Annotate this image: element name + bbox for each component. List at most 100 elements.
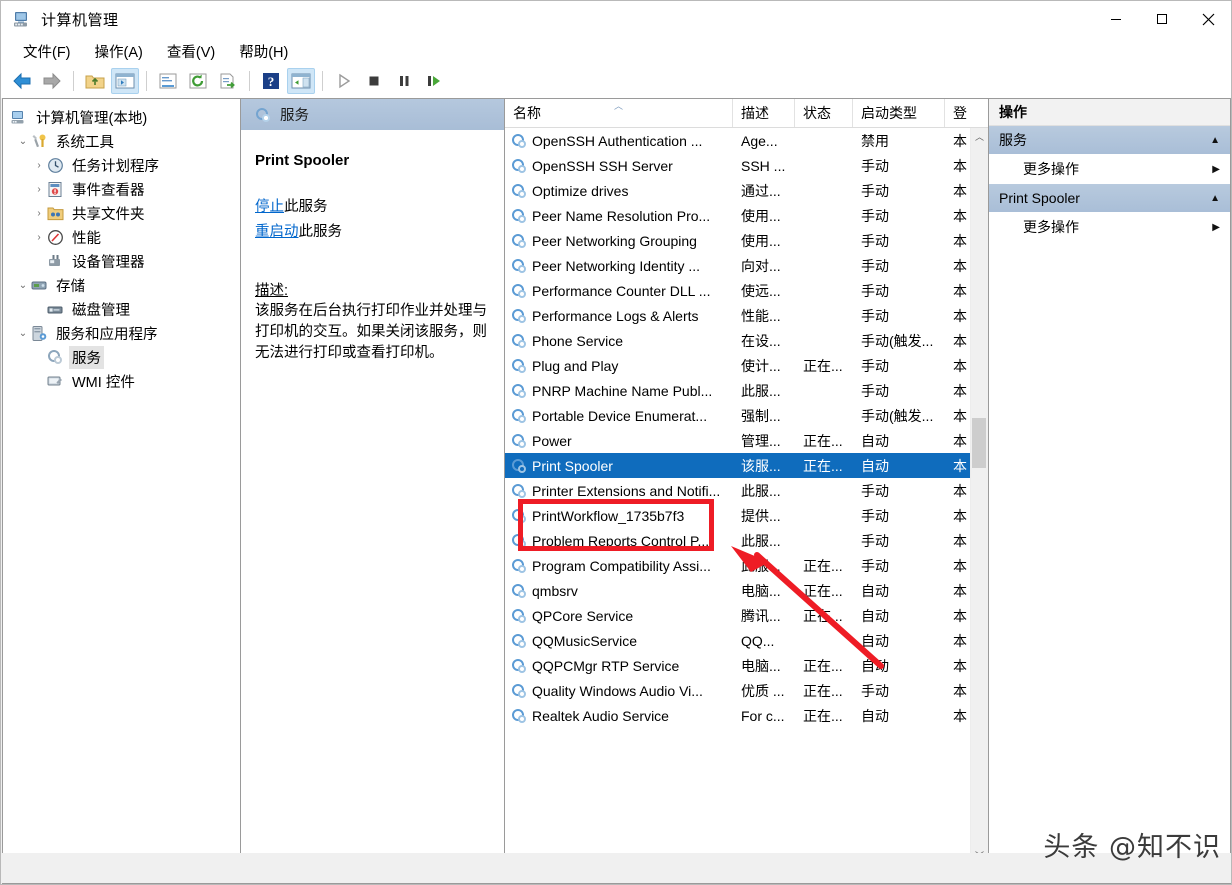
table-row[interactable]: Realtek Audio ServiceFor c...正在...自动本	[505, 703, 988, 728]
table-row[interactable]: QQMusicServiceQQ...自动本	[505, 628, 988, 653]
cell-logon-as: 本	[945, 631, 971, 651]
tree-item-system-tools[interactable]: ⌄ 系统工具	[3, 129, 240, 153]
table-row[interactable]: Phone Service在设...手动(触发...本	[505, 328, 988, 353]
chevron-right-icon[interactable]: ›	[31, 184, 47, 195]
actions-more-actions-print-spooler[interactable]: 更多操作 ▶	[989, 212, 1230, 242]
properties-icon[interactable]	[154, 68, 182, 94]
tools-icon	[31, 133, 48, 150]
chevron-down-icon[interactable]: ⌄	[15, 328, 31, 339]
tree-item-services[interactable]: 服务	[3, 345, 240, 369]
table-row[interactable]: Plug and Play使计...正在...手动本	[505, 353, 988, 378]
table-row[interactable]: Performance Counter DLL ...使远...手动本	[505, 278, 988, 303]
tree-item-computer-management[interactable]: 计算机管理(本地)	[3, 105, 240, 129]
chevron-down-icon[interactable]: ⌄	[15, 136, 31, 147]
table-row[interactable]: OpenSSH SSH ServerSSH ...手动本	[505, 153, 988, 178]
table-row[interactable]: Optimize drives通过...手动本	[505, 178, 988, 203]
menu-view[interactable]: 查看(V)	[157, 38, 225, 65]
tree-item-storage[interactable]: ⌄ 存储	[3, 273, 240, 297]
services-list-rows[interactable]: OpenSSH Authentication ...Age...禁用本OpenS…	[505, 128, 988, 864]
tree-item-shared-folders[interactable]: › 共享文件夹	[3, 201, 240, 225]
maximize-button[interactable]	[1139, 1, 1185, 37]
services-header-bar: 服务	[241, 99, 504, 130]
table-row[interactable]: Performance Logs & Alerts性能...手动本	[505, 303, 988, 328]
restart-service-link[interactable]: 重启动	[255, 224, 299, 240]
submenu-arrow-icon: ▶	[1212, 222, 1220, 233]
show-action-pane-icon[interactable]	[287, 68, 315, 94]
service-gear-icon	[511, 558, 527, 574]
table-row[interactable]: Peer Name Resolution Pro...使用...手动本	[505, 203, 988, 228]
tree-item-wmi-control[interactable]: WMI 控件	[3, 369, 240, 393]
table-row[interactable]: Portable Device Enumerat...强制...手动(触发...…	[505, 403, 988, 428]
vertical-scroll-thumb[interactable]	[972, 418, 986, 468]
table-row[interactable]: Peer Networking Grouping使用...手动本	[505, 228, 988, 253]
table-row[interactable]: QPCore Service腾讯...正在...自动本	[505, 603, 988, 628]
chevron-down-icon[interactable]: ⌄	[15, 280, 31, 291]
stop-service-icon[interactable]	[360, 68, 388, 94]
menu-file[interactable]: 文件(F)	[13, 38, 81, 65]
stop-service-suffix: 此服务	[284, 199, 328, 215]
service-name-text: Realtek Audio Service	[532, 708, 669, 724]
forward-icon[interactable]	[38, 68, 66, 94]
table-row[interactable]: QQPCMgr RTP Service电脑...正在...自动本	[505, 653, 988, 678]
tree-item-disk-management[interactable]: 磁盘管理	[3, 297, 240, 321]
service-name-text: Portable Device Enumerat...	[532, 408, 707, 424]
table-row[interactable]: OpenSSH Authentication ...Age...禁用本	[505, 128, 988, 153]
cell-logon-as: 本	[945, 556, 971, 576]
tree-item-performance[interactable]: › 性能	[3, 225, 240, 249]
menu-help[interactable]: 帮助(H)	[229, 38, 298, 65]
table-row[interactable]: PNRP Machine Name Publ...此服...手动本	[505, 378, 988, 403]
help-icon[interactable]: ?	[257, 68, 285, 94]
stop-service-link[interactable]: 停止	[255, 199, 284, 215]
minimize-button[interactable]	[1093, 1, 1139, 37]
table-row[interactable]: Power管理...正在...自动本	[505, 428, 988, 453]
table-row[interactable]: Peer Networking Identity ...向对...手动本	[505, 253, 988, 278]
tree-item-label: 磁盘管理	[69, 298, 133, 321]
tree-item-event-viewer[interactable]: › 事件查看器	[3, 177, 240, 201]
tree-item-task-scheduler[interactable]: › 任务计划程序	[3, 153, 240, 177]
table-row[interactable]: Quality Windows Audio Vi...优质 ...正在...手动…	[505, 678, 988, 703]
tree-item-device-manager[interactable]: 设备管理器	[3, 249, 240, 273]
table-row[interactable]: Program Compatibility Assi...此服...正在...手…	[505, 553, 988, 578]
actions-group-services-header[interactable]: 服务 ▲	[989, 126, 1230, 154]
table-row[interactable]: PrintWorkflow_1735b7f3提供...手动本	[505, 503, 988, 528]
export-list-icon[interactable]	[214, 68, 242, 94]
column-header-startup-type[interactable]: 启动类型	[853, 99, 945, 127]
list-vertical-scrollbar[interactable]: ︿ ﹀	[970, 128, 988, 864]
chevron-right-icon[interactable]: ›	[31, 232, 47, 243]
restart-service-icon[interactable]	[420, 68, 448, 94]
cell-startup-type: 禁用	[853, 131, 945, 151]
pause-service-icon[interactable]	[390, 68, 418, 94]
cell-service-name: Peer Networking Grouping	[505, 233, 733, 249]
column-header-name[interactable]: ︿ 名称	[505, 99, 733, 127]
table-row[interactable]: Problem Reports Control P...此服...手动本	[505, 528, 988, 553]
menu-action[interactable]: 操作(A)	[85, 38, 153, 65]
actions-more-actions-services[interactable]: 更多操作 ▶	[989, 154, 1230, 184]
up-folder-icon[interactable]	[81, 68, 109, 94]
column-header-status[interactable]: 状态	[795, 99, 853, 127]
collapse-up-icon[interactable]: ▲	[1210, 193, 1220, 204]
cell-service-name: Problem Reports Control P...	[505, 533, 733, 549]
cell-description: 使远...	[733, 281, 795, 301]
start-service-icon[interactable]	[330, 68, 358, 94]
column-header-logon-as[interactable]: 登	[945, 99, 971, 127]
console-tree-pane[interactable]: 计算机管理(本地) ⌄ 系统工具 ›	[2, 98, 240, 884]
sort-ascending-icon: ︿	[614, 99, 623, 112]
service-name-text: Problem Reports Control P...	[532, 533, 709, 549]
scroll-up-icon[interactable]: ︿	[971, 128, 988, 145]
cell-logon-as: 本	[945, 156, 971, 176]
table-row[interactable]: Printer Extensions and Notifi...此服...手动本	[505, 478, 988, 503]
collapse-up-icon[interactable]: ▲	[1210, 135, 1220, 146]
chevron-right-icon[interactable]: ›	[31, 208, 47, 219]
close-button[interactable]	[1185, 1, 1231, 37]
back-icon[interactable]	[8, 68, 36, 94]
show-console-tree-icon[interactable]	[111, 68, 139, 94]
chevron-right-icon[interactable]: ›	[31, 160, 47, 171]
tree-item-services-and-applications[interactable]: ⌄ 服务和应用程序	[3, 321, 240, 345]
column-header-description[interactable]: 描述	[733, 99, 795, 127]
cell-service-name: PrintWorkflow_1735b7f3	[505, 508, 733, 524]
cell-status: 正在...	[795, 431, 853, 451]
actions-group-print-spooler-header[interactable]: Print Spooler ▲	[989, 184, 1230, 212]
refresh-icon[interactable]	[184, 68, 212, 94]
table-row[interactable]: Print Spooler该服...正在...自动本	[505, 453, 988, 478]
table-row[interactable]: qmbsrv电脑...正在...自动本	[505, 578, 988, 603]
